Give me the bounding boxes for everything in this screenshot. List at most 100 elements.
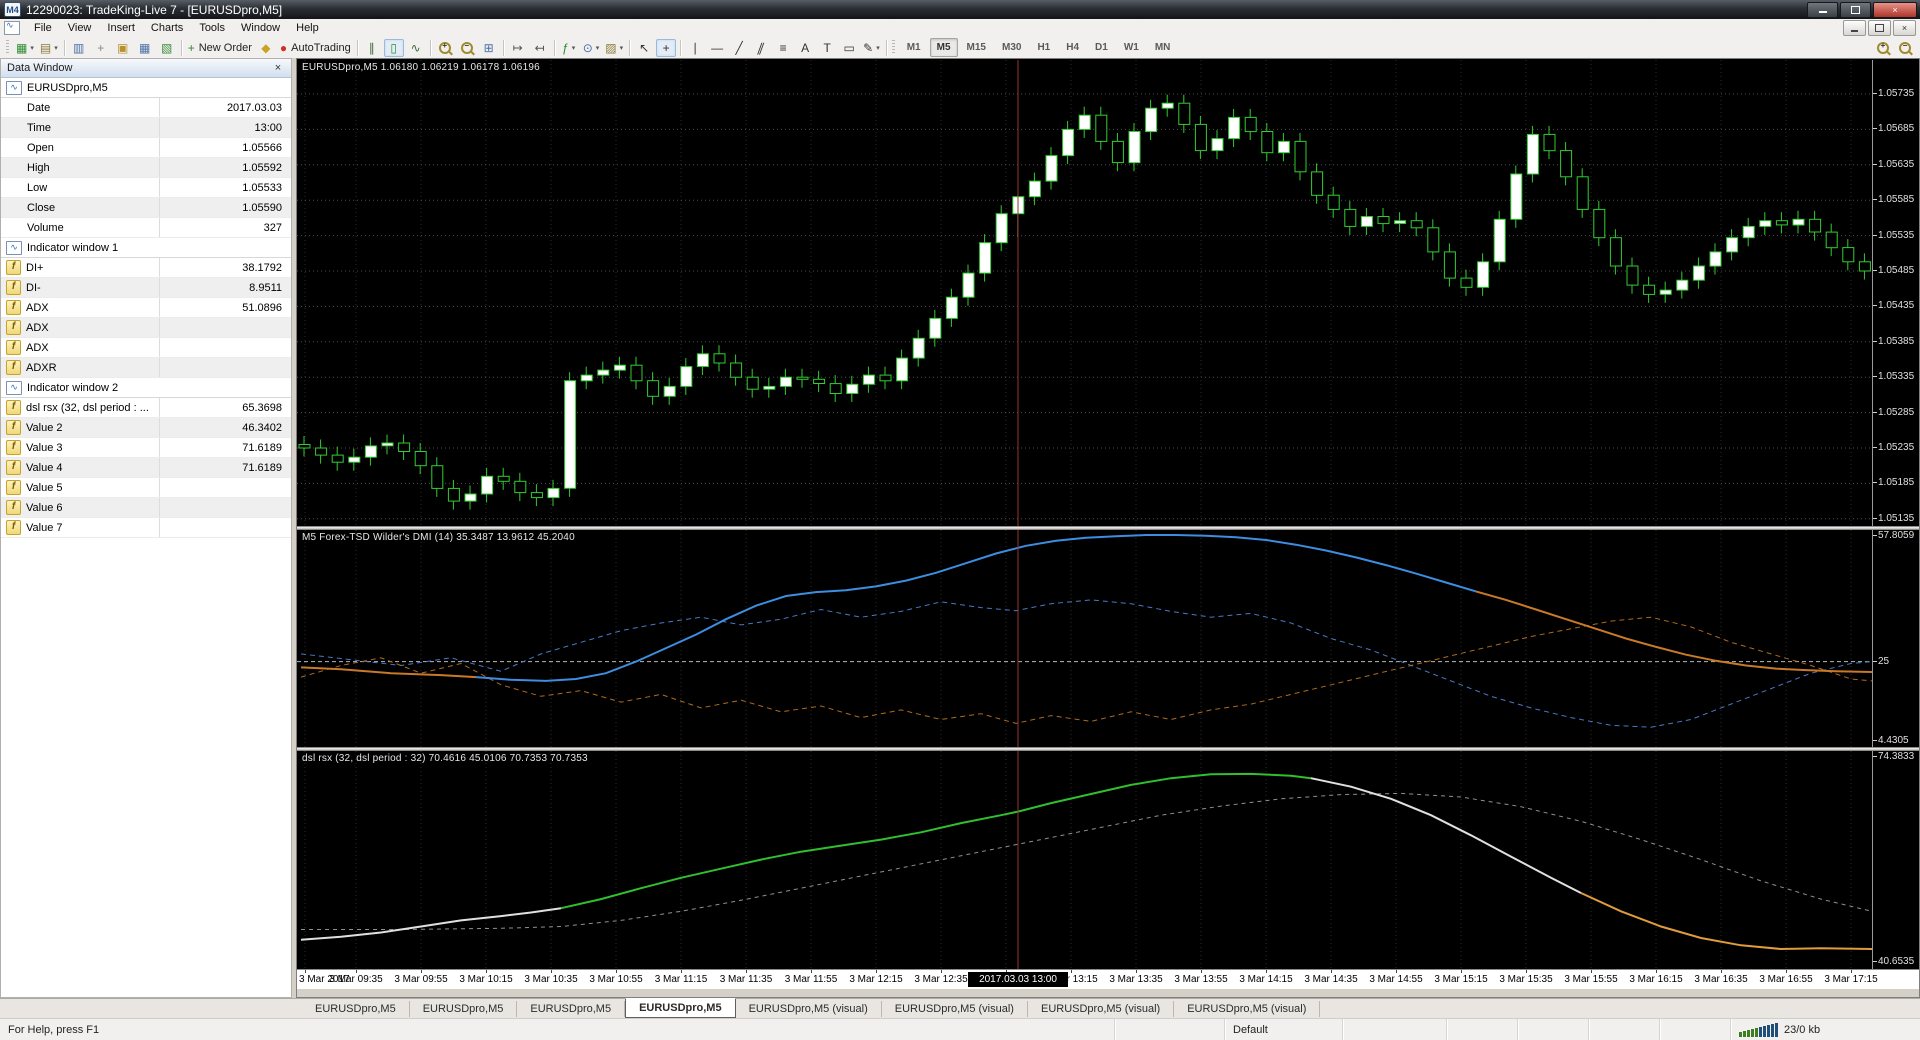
chart-tab-1[interactable]: EURUSDpro,M5 <box>302 1001 410 1017</box>
menu-view[interactable]: View <box>60 20 100 36</box>
fibonacci-button[interactable]: ≡ <box>773 39 793 57</box>
terminal-button[interactable]: ▣ <box>113 39 133 57</box>
rsx-axis[interactable]: 74.3833 40.6535 <box>1872 751 1919 969</box>
chart-tab-7[interactable]: EURUSDpro,M5 (visual) <box>1028 1001 1175 1017</box>
timeframe-m5-button[interactable]: M5 <box>929 38 958 57</box>
row-value: 51.0896 <box>159 298 291 317</box>
time-tick <box>1721 970 1722 973</box>
chart-tab-6[interactable]: EURUSDpro,M5 (visual) <box>882 1001 1028 1017</box>
text-button-icon: A <box>801 40 810 55</box>
child-minimize-button[interactable] <box>1843 20 1866 36</box>
time-axis-label: 3 Mar 13:55 <box>1174 974 1228 985</box>
data-window-row: f Value 3 71.6189 <box>1 438 291 458</box>
periods-button[interactable]: ⊙ ▾ <box>581 39 602 57</box>
time-axis-label: 3 Mar 11:35 <box>719 974 773 985</box>
indicators-button[interactable]: ƒ ▾ <box>559 39 579 57</box>
price-axis-label: 1.05335 <box>1872 371 1915 383</box>
bars-chart-button-icon: ∥ <box>368 40 375 55</box>
auto-scroll-button[interactable]: ↦ <box>508 39 528 57</box>
shapes-button[interactable]: ▭ <box>839 39 859 57</box>
child-restore-button[interactable] <box>1868 20 1891 36</box>
price-axis-label: 1.05685 <box>1872 123 1915 135</box>
crosshair-button[interactable]: + <box>656 38 677 57</box>
price-chart-panel[interactable]: EURUSDpro,M5 1.06180 1.06219 1.06178 1.0… <box>297 60 1919 526</box>
chart-tab-5[interactable]: EURUSDpro,M5 (visual) <box>736 1001 882 1017</box>
chart-tab-3[interactable]: EURUSDpro,M5 <box>517 1001 626 1017</box>
timeframe-mn-button[interactable]: MN <box>1148 38 1178 57</box>
zoom-out-right-button[interactable]: − <box>1895 39 1915 57</box>
crosshair-time-label: 2017.03.03 13:00 <box>968 972 1068 987</box>
toolbar-grip[interactable] <box>891 40 895 55</box>
child-close-button[interactable]: × <box>1893 20 1916 36</box>
menu-help[interactable]: Help <box>288 20 327 36</box>
candlestick-chart[interactable] <box>297 60 1872 526</box>
rsx-indicator-panel[interactable]: dsl rsx (32, dsl period : 32) 70.4616 45… <box>297 751 1919 969</box>
data-window-button[interactable]: ▦ <box>135 39 155 57</box>
strategy-tester-button[interactable]: ▧ <box>157 39 177 57</box>
price-axis[interactable]: 1.05735 1.05685 1.05635 1.05585 1.05535 1.054… <box>1872 60 1919 526</box>
timeframe-h4-button[interactable]: H4 <box>1059 38 1086 57</box>
chart-shift-button[interactable]: ↤ <box>530 39 550 57</box>
time-tick <box>1461 970 1462 973</box>
line-chart-button[interactable]: ∿ <box>406 39 426 57</box>
menu-file[interactable]: File <box>26 20 60 36</box>
toolbar-grip[interactable] <box>6 40 9 55</box>
close-icon[interactable]: × <box>271 62 285 74</box>
maximize-button[interactable] <box>1840 1 1871 18</box>
time-tick <box>746 970 747 973</box>
dmi-indicator-panel[interactable]: M5 Forex-TSD Wilder's DMI (14) 35.3487 1… <box>297 530 1919 747</box>
close-button[interactable]: × <box>1873 1 1917 18</box>
menu-window[interactable]: Window <box>233 20 288 36</box>
tile-windows-button[interactable]: ⊞ <box>479 39 499 57</box>
row-label: Value 6 <box>26 501 63 514</box>
menu-charts[interactable]: Charts <box>143 20 191 36</box>
text-button[interactable]: A <box>795 39 815 57</box>
function-icon: f <box>6 460 21 475</box>
arrows-button[interactable]: ✎ ▾ <box>861 39 882 57</box>
cursor-button[interactable]: ↖ <box>634 39 654 57</box>
timeframe-h1-button[interactable]: H1 <box>1030 38 1057 57</box>
candles-chart-button[interactable]: ▯ <box>383 38 404 57</box>
menu-insert[interactable]: Insert <box>99 20 143 36</box>
rsx-chart[interactable] <box>297 751 1872 969</box>
horizontal-line-button[interactable]: ― <box>707 39 727 57</box>
new-order-button[interactable]: + New Order <box>186 39 254 57</box>
new-chart-button[interactable]: ▦ ▾ <box>14 39 36 57</box>
data-window-row: f ADXR <box>1 358 291 378</box>
trendline-button[interactable]: ╱ <box>729 39 749 57</box>
zoom-in-right-button[interactable]: + <box>1873 39 1893 57</box>
expert-advisors-button[interactable]: ◆ <box>256 39 276 57</box>
timeframe-d1-button[interactable]: D1 <box>1088 38 1115 57</box>
profiles-button[interactable]: ▤ ▾ <box>38 39 60 57</box>
time-axis-label: 3 Mar 14:15 <box>1239 974 1293 985</box>
chart-window: EURUSDpro,M5 1.06180 1.06219 1.06178 1.0… <box>296 58 1920 998</box>
minimize-button[interactable] <box>1807 1 1838 18</box>
dmi-axis[interactable]: 57.8059 25 4.4305 <box>1872 530 1919 747</box>
timeframe-w1-button[interactable]: W1 <box>1117 38 1146 57</box>
autotrading-button[interactable]: ● AutoTrading <box>278 39 353 57</box>
zoom-in-button[interactable]: + <box>435 39 455 57</box>
time-tick <box>551 970 552 973</box>
navigator-button[interactable]: + <box>91 39 111 57</box>
data-window-row: f DI+ 38.1792 <box>1 258 291 278</box>
dmi-chart[interactable] <box>297 530 1872 747</box>
time-axis[interactable]: 2017.03.03 13:00 3 Mar 2017 3 Mar 09:35 3 … <box>297 969 1919 990</box>
chart-tab-4[interactable]: EURUSDpro,M5 <box>625 998 736 1018</box>
chart-tab-8[interactable]: EURUSDpro,M5 (visual) <box>1174 1001 1321 1017</box>
timeframe-m30-button[interactable]: M30 <box>995 38 1028 57</box>
zoom-out-button[interactable]: − <box>457 39 477 57</box>
market-watch-button[interactable]: ▥ <box>69 39 89 57</box>
templates-button[interactable]: ▨ ▾ <box>603 39 625 57</box>
vertical-line-button[interactable]: ∣ <box>685 39 705 57</box>
row-value: 2017.03.03 <box>159 98 291 117</box>
chart-tab-2[interactable]: EURUSDpro,M5 <box>410 1001 518 1017</box>
timeframe-m1-button[interactable]: M1 <box>900 38 928 57</box>
label-button[interactable]: T <box>817 39 837 57</box>
bars-chart-button[interactable]: ∥ <box>362 39 382 57</box>
channel-button[interactable]: ∥ <box>751 39 771 57</box>
menu-tools[interactable]: Tools <box>191 20 233 36</box>
timeframe-m15-button[interactable]: M15 <box>960 38 993 57</box>
indicator-splitter[interactable] <box>297 526 1919 530</box>
function-icon: f <box>6 260 21 275</box>
indicator-splitter-2[interactable] <box>297 747 1919 751</box>
